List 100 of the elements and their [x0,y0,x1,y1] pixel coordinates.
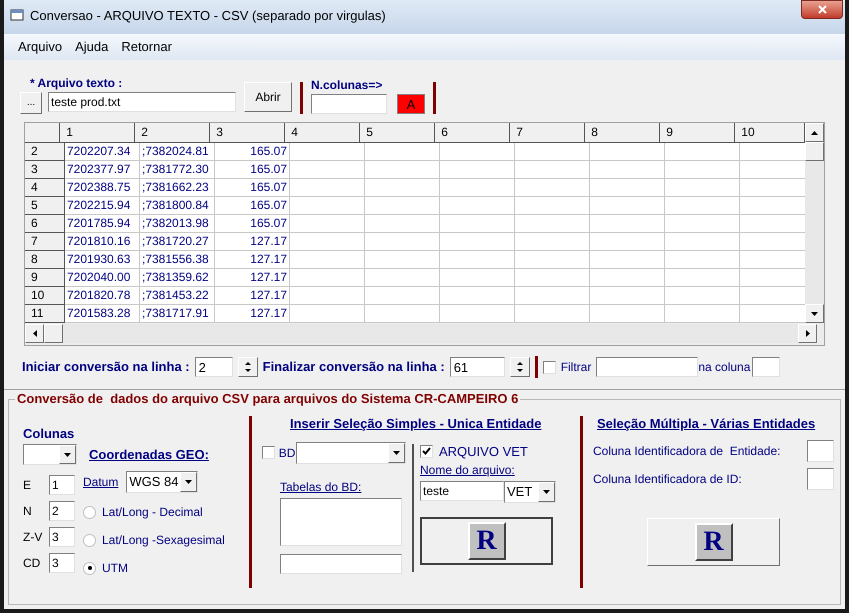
table-cell: ;7381556.38 [140,251,215,269]
run-button[interactable]: R [468,522,506,560]
horizontal-scrollbar[interactable] [25,324,817,343]
field-label: CD [23,555,42,572]
browse-button[interactable]: ... [20,92,42,114]
radio-button[interactable] [83,534,96,546]
radio-button[interactable] [83,562,96,574]
dropdown-button[interactable] [388,442,405,462]
table-name-field[interactable] [280,554,402,574]
datum-dropdown[interactable]: WGS 84 [126,471,198,493]
multiple-run-panel[interactable]: R [647,518,780,566]
file-name-label: Nome do arquivo: [420,462,516,479]
a-button[interactable]: A [397,94,425,114]
radio-label: Lat/Long -Sexagesimal [102,532,225,549]
table-cell: 7202388.75 [65,179,140,197]
caret-icon [543,490,550,494]
spin-button[interactable] [510,357,530,377]
column-header[interactable]: 10 [735,123,806,143]
column-header[interactable]: 2 [135,123,210,143]
menu-item[interactable]: Retornar [121,37,172,57]
table-cell: ;7381720.27 [140,233,215,251]
vet-label: ARQUIVO VET [439,442,528,460]
column-number-field[interactable]: 1 [49,475,75,495]
table-cell [740,161,806,179]
row-header: 7 [25,233,65,251]
column-field[interactable] [752,357,780,377]
end-line-field[interactable]: 61 [450,357,505,377]
table-cell: 165.07 [215,161,290,179]
radio-label: Lat/Long - Decimal [102,504,203,521]
spin-button[interactable] [238,357,258,377]
table-cell [740,251,806,269]
dropdown-button[interactable] [538,482,555,502]
row-header: 6 [25,215,65,233]
table-cell: ;7381800.84 [140,197,215,215]
table-cell: ;7382024.81 [140,143,215,161]
identifier-label: Coluna Identificadora de ID: [593,470,742,488]
dropdown-button[interactable] [59,445,76,464]
row-header: 8 [25,251,65,269]
bd-dropdown[interactable] [296,442,406,464]
scrollbar-thumb[interactable] [805,142,824,161]
field-label: Z-V [23,529,44,546]
tables-list[interactable] [280,498,402,546]
identifier-field[interactable] [807,440,834,462]
file-field[interactable]: teste prod.txt [48,92,236,112]
down-arrow-icon [811,312,818,316]
column-header[interactable]: 4 [285,123,360,143]
menu-item[interactable]: Arquivo [18,37,62,57]
row-header: 4 [25,179,65,197]
datum-link[interactable]: Datum [83,473,118,491]
table-cell [740,233,806,251]
identifier-field[interactable] [807,468,834,490]
dropdown-button[interactable] [180,472,198,492]
file-name-field[interactable]: teste [420,481,504,501]
group-title: Conversão de dados do arquivo CSV para arquivos do Sistema CR-CAMPEIRO 6 [15,391,520,407]
checkbox[interactable] [420,444,433,458]
run-button[interactable]: R [694,522,732,560]
columns-count-field[interactable] [311,94,387,114]
column-number-field[interactable]: 3 [49,553,75,573]
column-header[interactable]: 1 [60,123,136,143]
field-label: N [23,503,33,520]
caret-icon [185,480,192,484]
columns-dropdown[interactable] [23,444,77,465]
filter-field[interactable] [596,357,698,377]
table-cell: 165.07 [215,197,290,215]
table-cell: 7202207.34 [65,143,140,161]
column-header[interactable]: 5 [360,123,436,143]
scrollbar-thumb[interactable] [44,324,63,343]
row-header: 2 [25,143,65,161]
simple-selection-title: Inserir Seleção Simples - Unica Entidade [289,415,542,433]
checkbox[interactable] [262,446,275,459]
table-cell [740,197,806,215]
left-arrow-icon [32,330,36,337]
table-cell: 127.17 [215,233,290,251]
column-number-field[interactable]: 2 [49,501,75,521]
column-header[interactable]: 6 [435,123,510,143]
identifier-label: Coluna Identificadora de Entidade: [593,442,780,460]
start-line-field[interactable]: 2 [194,357,233,377]
radio-button[interactable] [83,506,96,518]
extension-dropdown[interactable]: VET [504,481,556,503]
column-header[interactable]: 3 [210,123,286,143]
row-header: 5 [25,197,65,215]
column-header[interactable]: 7 [510,123,586,143]
row-header: 10 [25,287,65,305]
simple-run-panel[interactable]: R [420,517,553,565]
column-header[interactable]: 9 [660,123,736,143]
tables-label: Tabelas do BD: [279,478,362,496]
column-label: na coluna [698,359,750,376]
vertical-scrollbar[interactable] [805,123,824,323]
checkbox[interactable] [542,360,556,374]
table-cell: 165.07 [215,179,290,197]
menu-item[interactable]: Ajuda [75,37,108,57]
table-cell: 127.17 [215,305,290,323]
window-title: Conversao - ARQUIVO TEXTO - CSV (separado por virgulas) [30,9,386,23]
columns-count-label: N.colunas=> [311,78,384,92]
open-button[interactable]: Abrir [244,82,292,112]
right-arrow-icon [806,330,810,337]
close-button[interactable] [801,0,843,19]
column-header[interactable]: 8 [585,123,660,143]
column-number-field[interactable]: 3 [49,527,75,547]
caret-icon [393,450,400,454]
